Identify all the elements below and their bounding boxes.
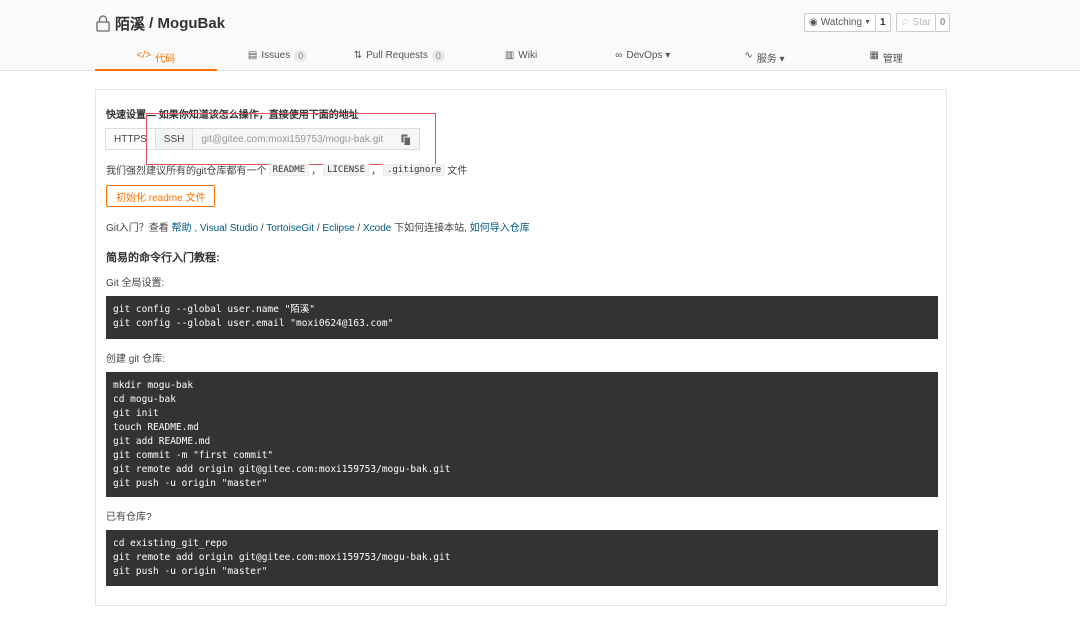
star-count[interactable]: 0 (935, 13, 951, 32)
import-repo-link[interactable]: 如何导入仓库 (470, 223, 530, 234)
clone-url-text: git@gitee.com:moxi159753/mogu-bak.git (201, 133, 384, 145)
pr-count-badge: 0 (431, 50, 445, 62)
lock-icon (96, 15, 110, 32)
manage-icon: ▦ (869, 50, 879, 61)
star-icon: ☆ (900, 17, 910, 28)
repo-owner-link[interactable]: 陌溪 (115, 13, 145, 34)
visual-studio-link[interactable]: Visual Studio (200, 223, 258, 234)
tab-label: Pull Requests (366, 50, 428, 61)
code-icon: </> (136, 50, 152, 61)
watch-count[interactable]: 1 (876, 13, 891, 32)
note-suffix: 文件 (447, 166, 468, 177)
link-sep: / (354, 223, 363, 234)
watch-star-group: ◉ Watching ▼ 1 ☆ Star 0 (804, 13, 951, 32)
readme-chip: README (268, 163, 310, 176)
xcode-link[interactable]: Xcode (363, 223, 391, 234)
repo-tabs: </> 代码 ▤ Issues 0 ⇅ Pull Requests 0 ▥ Wi… (95, 46, 947, 71)
tutorial-title: 简易的命令行入门教程: (106, 252, 220, 264)
tab-label: Wiki (518, 50, 538, 61)
tab-label: Issues (261, 50, 291, 61)
eclipse-link[interactable]: Eclipse (322, 223, 354, 234)
watch-button[interactable]: ◉ Watching ▼ (804, 13, 876, 32)
existing-repo-code: cd existing_git_repo git remote add orig… (106, 530, 938, 586)
tab-label: 代码 (155, 54, 176, 65)
ssh-button[interactable]: SSH (155, 128, 194, 150)
caret-down-icon: ▼ (864, 19, 871, 26)
note-sep: ， (371, 166, 382, 177)
global-setup-code: git config --global user.name "陌溪" git c… (106, 296, 938, 339)
infinity-icon: ∞ (615, 50, 623, 61)
create-repo-label: 创建 git 仓库: (106, 354, 165, 365)
license-chip: LICENSE (323, 163, 370, 176)
quick-setup-title: 快速设置— 如果你知道该怎么操作，直接使用下面的地址 (106, 110, 359, 121)
readme-recommendation: 我们强烈建议所有的git仓库都有一个 README ， LICENSE ， .g… (106, 162, 467, 177)
tab-wiki[interactable]: ▥ Wiki (460, 46, 582, 71)
tab-label: DevOps ▾ (626, 50, 671, 61)
note-sep: ， (311, 166, 322, 177)
eye-icon: ◉ (809, 17, 818, 28)
note-prefix: 我们强烈建议所有的git仓库都有一个 (106, 166, 267, 177)
init-readme-button[interactable]: 初始化 readme 文件 (106, 185, 216, 207)
https-button[interactable]: HTTPS (105, 128, 156, 150)
tab-label: 管理 (882, 54, 903, 65)
clone-url-row: HTTPS SSH git@gitee.com:moxi159753/mogu-… (105, 128, 421, 150)
pulse-icon: ∿ (744, 50, 753, 61)
repo-header: 陌溪 / MoguBak ◉ Watching ▼ 1 ☆ Star 0 </>… (0, 0, 1080, 71)
link-sep: , (191, 223, 200, 234)
tab-manage[interactable]: ▦ 管理 (825, 46, 947, 71)
repo-name-link[interactable]: MoguBak (158, 15, 226, 32)
star-button[interactable]: ☆ Star (895, 13, 936, 32)
tab-issues[interactable]: ▤ Issues 0 (217, 46, 339, 71)
issues-count-badge: 0 (294, 50, 308, 62)
git-intro-prefix: Git入门？查看 (106, 223, 172, 234)
tab-devops[interactable]: ∞ DevOps ▾ (582, 46, 704, 71)
tab-label: 服务 ▾ (756, 54, 785, 65)
repo-title: 陌溪 / MoguBak (95, 12, 225, 34)
copy-icon[interactable] (401, 134, 412, 146)
star-label: Star (912, 17, 931, 28)
pull-request-icon: ⇅ (353, 50, 363, 61)
repo-separator: / (145, 14, 158, 32)
gitignore-chip: .gitignore (383, 163, 446, 176)
tab-code[interactable]: </> 代码 (95, 46, 217, 71)
existing-repo-label: 已有仓库? (106, 512, 152, 523)
wiki-icon: ▥ (504, 50, 515, 61)
git-intro-mid: 下如何连接本站, (391, 223, 470, 234)
tortoisegit-link[interactable]: TortoiseGit (266, 223, 314, 234)
clone-url-input[interactable]: git@gitee.com:moxi159753/mogu-bak.git (193, 128, 421, 150)
issues-icon: ▤ (247, 50, 258, 61)
tab-services[interactable]: ∿ 服务 ▾ (704, 46, 826, 71)
git-intro-links: Git入门？查看 帮助 , Visual Studio / TortoiseGi… (106, 219, 530, 234)
global-setup-label: Git 全局设置: (106, 278, 165, 289)
create-repo-code: mkdir mogu-bak cd mogu-bak git init touc… (106, 372, 938, 497)
help-link[interactable]: 帮助 (172, 223, 192, 234)
tab-pull-requests[interactable]: ⇅ Pull Requests 0 (338, 46, 460, 71)
watch-label: Watching (820, 17, 863, 28)
empty-repo-panel: 快速设置— 如果你知道该怎么操作，直接使用下面的地址 HTTPS SSH git… (95, 89, 947, 606)
